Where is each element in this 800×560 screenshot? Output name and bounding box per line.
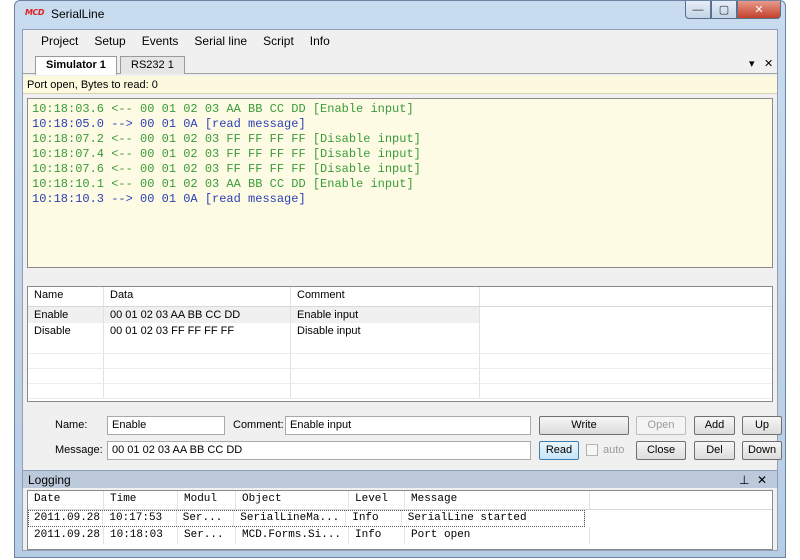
table-row[interactable]: Disable 00 01 02 03 FF FF FF FF Disable … (28, 323, 772, 339)
log-line: 10:18:10.1 <-- 00 01 02 03 AA BB CC DD [… (32, 177, 414, 191)
auto-checkbox[interactable] (586, 444, 598, 456)
cell-modul: Ser... (176, 510, 235, 527)
cell-time: 10:17:53 (103, 510, 177, 527)
column-header-filler (590, 491, 772, 509)
document-tabs: Simulator 1 RS232 1 ▾ ✕ (23, 54, 777, 75)
cell-object: MCD.Forms.Si... (236, 527, 349, 544)
cell-modul: Ser... (178, 527, 236, 544)
log-line: 10:18:05.0 --> 00 01 0A [read message] (32, 117, 306, 131)
logging-panel-header: Logging ⊥ ✕ (23, 470, 777, 488)
message-table[interactable]: Name Data Comment Enable 00 01 02 03 AA … (27, 286, 773, 402)
cell-time: 10:18:03 (104, 527, 178, 544)
cell-message: Port open (405, 527, 590, 544)
window-controls: — ▢ ✕ (685, 1, 781, 21)
table-row[interactable]: 2011.09.28 10:18:03 Ser... MCD.Forms.Si.… (28, 527, 772, 544)
tab-close-icon[interactable]: ✕ (764, 57, 773, 70)
log-line: 10:18:07.4 <-- 00 01 02 03 FF FF FF FF [… (32, 147, 421, 161)
auto-label: auto (603, 444, 625, 456)
cell-data: 00 01 02 03 AA BB CC DD (104, 307, 291, 323)
cell-date: 2011.09.28 (28, 527, 104, 544)
app-window: MCD SerialLine — ▢ ✕ Project Setup Event… (14, 0, 786, 558)
add-button[interactable]: Add (694, 416, 735, 435)
close-icon: ✕ (754, 4, 764, 16)
cell-comment: Disable input (291, 323, 480, 339)
message-label: Message: (55, 444, 103, 456)
cell-data: 00 01 02 03 FF FF FF FF (104, 323, 291, 339)
log-line: 10:18:07.6 <-- 00 01 02 03 FF FF FF FF [… (32, 162, 421, 176)
cell-level: Info (349, 527, 405, 544)
name-label: Name: (55, 419, 88, 431)
cell-message: SerialLine started (401, 510, 585, 527)
column-header-comment[interactable]: Comment (291, 287, 480, 306)
logging-table-header: Date Time Modul Object Level Message (28, 491, 772, 510)
close-port-button[interactable]: Close (636, 441, 686, 460)
menu-serial-line[interactable]: Serial line (186, 30, 255, 52)
cell-level: Info (346, 510, 402, 527)
cell-name: Disable (28, 323, 104, 339)
app-logo: MCD (25, 8, 44, 17)
menu-info[interactable]: Info (302, 30, 338, 52)
name-field[interactable]: Enable (107, 416, 225, 435)
write-button[interactable]: Write (539, 416, 629, 435)
cell-comment: Enable input (291, 307, 480, 323)
pin-icon[interactable]: ⊥ (739, 473, 749, 487)
menu-script[interactable]: Script (255, 30, 302, 52)
column-header-date[interactable]: Date (28, 491, 104, 509)
traffic-log[interactable]: 10:18:03.6 <-- 00 01 02 03 AA BB CC DD [… (27, 98, 773, 268)
down-button[interactable]: Down (742, 441, 782, 460)
message-field[interactable]: 00 01 02 03 AA BB CC DD (107, 441, 531, 460)
minimize-icon: — (692, 3, 704, 16)
title-bar[interactable]: MCD SerialLine — ▢ ✕ (15, 1, 785, 29)
column-header-time[interactable]: Time (104, 491, 178, 509)
column-header-modul[interactable]: Modul (178, 491, 236, 509)
menu-project[interactable]: Project (33, 30, 86, 52)
comment-field[interactable]: Enable input (285, 416, 531, 435)
column-header-filler (480, 287, 772, 306)
cell-filler (480, 323, 772, 339)
close-window-button[interactable]: ✕ (737, 1, 781, 19)
log-line: 10:18:03.6 <-- 00 01 02 03 AA BB CC DD [… (32, 102, 414, 116)
tab-rs232-1[interactable]: RS232 1 (120, 56, 185, 74)
cell-date: 2011.09.28 (28, 510, 104, 527)
read-button[interactable]: Read (539, 441, 579, 460)
cell-name: Enable (28, 307, 104, 323)
message-table-header: Name Data Comment (28, 287, 772, 307)
window-title: SerialLine (51, 7, 105, 21)
client-area: Project Setup Events Serial line Script … (22, 29, 782, 551)
delete-button[interactable]: Del (694, 441, 735, 460)
logging-title: Logging (28, 473, 71, 487)
logging-table[interactable]: Date Time Modul Object Level Message 201… (27, 490, 773, 550)
table-row[interactable]: Enable 00 01 02 03 AA BB CC DD Enable in… (28, 307, 772, 323)
column-header-data[interactable]: Data (104, 287, 291, 306)
column-header-object[interactable]: Object (236, 491, 349, 509)
menu-setup[interactable]: Setup (86, 30, 133, 52)
port-status: Port open, Bytes to read: 0 (23, 76, 777, 94)
minimize-button[interactable]: — (685, 1, 711, 19)
comment-label: Comment: (233, 419, 284, 431)
tab-simulator-1[interactable]: Simulator 1 (35, 56, 117, 75)
column-header-message[interactable]: Message (405, 491, 590, 509)
up-button[interactable]: Up (742, 416, 782, 435)
maximize-icon: ▢ (718, 4, 730, 16)
table-row[interactable]: 2011.09.28 10:17:53 Ser... SerialLineMa.… (28, 510, 585, 527)
log-line: 10:18:07.2 <-- 00 01 02 03 FF FF FF FF [… (32, 132, 421, 146)
empty-rows (28, 339, 772, 401)
cell-filler (480, 307, 772, 323)
logging-close-icon[interactable]: ✕ (757, 473, 767, 487)
menu-events[interactable]: Events (134, 30, 187, 52)
cell-object: SerialLineMa... (234, 510, 347, 527)
maximize-button[interactable]: ▢ (711, 1, 737, 19)
menu-bar: Project Setup Events Serial line Script … (23, 30, 777, 52)
column-header-name[interactable]: Name (28, 287, 104, 306)
column-header-level[interactable]: Level (349, 491, 405, 509)
open-button[interactable]: Open (636, 416, 686, 435)
log-line: 10:18:10.3 --> 00 01 0A [read message] (32, 192, 306, 206)
tab-list-dropdown-icon[interactable]: ▾ (749, 57, 755, 70)
